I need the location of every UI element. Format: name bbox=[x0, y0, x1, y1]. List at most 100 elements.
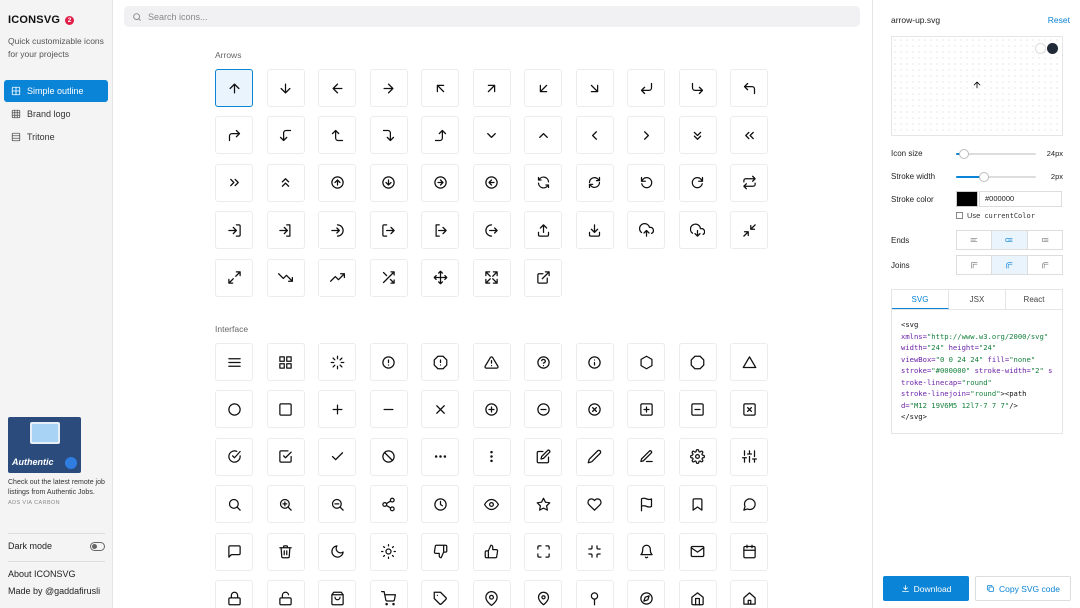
icon-tile-corner-up-left[interactable] bbox=[318, 116, 356, 155]
icon-tile-check-square[interactable] bbox=[266, 437, 305, 476]
icon-tile-share[interactable] bbox=[369, 485, 408, 524]
icon-tile-pin-alt[interactable] bbox=[575, 579, 614, 608]
icon-tile-external-link[interactable] bbox=[524, 258, 562, 297]
icon-tile-enter[interactable] bbox=[318, 211, 356, 250]
icon-tile-edit-underline[interactable] bbox=[627, 437, 665, 476]
icon-tile-pencil[interactable] bbox=[575, 437, 614, 476]
icon-tile-grid[interactable] bbox=[266, 343, 305, 381]
icon-tile-chevrons-left[interactable] bbox=[730, 116, 768, 155]
icon-tile-minus[interactable] bbox=[369, 390, 408, 429]
search-bar[interactable]: Search icons... bbox=[124, 6, 860, 27]
icon-tile-expand[interactable] bbox=[472, 258, 511, 297]
brand[interactable]: ICONSVG 2 bbox=[8, 14, 75, 26]
icon-tile-chevron-up[interactable] bbox=[524, 116, 562, 155]
ad-via[interactable]: ADS VIA CARBON bbox=[8, 500, 108, 506]
icon-tile-loader[interactable] bbox=[318, 343, 356, 381]
icon-tile-x-square[interactable] bbox=[730, 390, 768, 429]
icon-tile-chevrons-right[interactable] bbox=[215, 163, 253, 202]
icon-tile-trending-down[interactable] bbox=[266, 258, 305, 297]
tab-jsx[interactable]: JSX bbox=[949, 290, 1006, 309]
use-current-color-checkbox-row[interactable]: Use currentColor bbox=[956, 211, 1035, 220]
icon-tile-eye[interactable] bbox=[472, 485, 511, 524]
icon-tile-help-circle[interactable] bbox=[524, 343, 562, 381]
icon-tile-arrow-up[interactable] bbox=[215, 69, 253, 107]
nav-item-brand-logo[interactable]: Brand logo bbox=[4, 103, 108, 125]
carbon-ad[interactable]: Authentic Check out the latest remote jo… bbox=[8, 417, 108, 506]
made-by-link[interactable]: Made by @gaddafirusli bbox=[8, 586, 100, 596]
icon-tile-chevron-down[interactable] bbox=[472, 116, 511, 155]
icon-tile-chevron-left[interactable] bbox=[575, 116, 614, 155]
tab-react[interactable]: React bbox=[1006, 290, 1062, 309]
icon-tile-home-alt[interactable] bbox=[730, 579, 768, 608]
icon-tile-exit-fullscreen[interactable] bbox=[575, 532, 614, 571]
download-button[interactable]: Download bbox=[883, 576, 969, 601]
copy-svg-button[interactable]: Copy SVG code bbox=[975, 576, 1071, 601]
dark-mode-toggle[interactable] bbox=[90, 541, 105, 551]
icon-tile-trash[interactable] bbox=[266, 532, 305, 571]
icon-tile-sliders[interactable] bbox=[730, 437, 768, 476]
icon-tile-bell[interactable] bbox=[627, 532, 665, 571]
nav-item-tritone[interactable]: Tritone bbox=[4, 126, 108, 148]
icon-tile-more-horizontal[interactable] bbox=[421, 437, 459, 476]
icon-tile-refresh-alt[interactable] bbox=[575, 163, 614, 202]
icon-tile-fullscreen[interactable] bbox=[524, 532, 562, 571]
stroke-width-thumb[interactable] bbox=[979, 172, 989, 182]
ad-copy[interactable]: Check out the latest remote job listings… bbox=[8, 478, 108, 498]
svg-code[interactable]: <svg xmlns="http://www.w3.org/2000/svg" … bbox=[892, 310, 1062, 423]
icon-tile-cloud-upload[interactable] bbox=[627, 211, 665, 250]
icon-tile-clock[interactable] bbox=[421, 485, 459, 524]
icon-tile-alert-octagon[interactable] bbox=[421, 343, 459, 381]
stroke-color-swatch[interactable] bbox=[956, 191, 978, 207]
icon-tile-slash[interactable] bbox=[369, 437, 408, 476]
end-butt-option[interactable] bbox=[957, 231, 993, 249]
icon-tile-minus-circle[interactable] bbox=[524, 390, 562, 429]
icon-tile-arrow-left[interactable] bbox=[318, 69, 356, 107]
icon-tile-corner-right-down[interactable] bbox=[369, 116, 408, 155]
icon-tile-moon[interactable] bbox=[318, 532, 356, 571]
icon-tile-minimize[interactable] bbox=[730, 211, 768, 250]
icon-tile-compass[interactable] bbox=[627, 579, 665, 608]
icon-tile-corner-up-right[interactable] bbox=[421, 116, 459, 155]
icon-tile-thumbs-up[interactable] bbox=[472, 532, 511, 571]
icon-tile-star[interactable] bbox=[524, 485, 562, 524]
icon-tile-octagon[interactable] bbox=[678, 343, 717, 381]
icon-tile-cloud-download[interactable] bbox=[678, 211, 717, 250]
icon-tile-bookmark[interactable] bbox=[678, 485, 717, 524]
icon-tile-arrow-right[interactable] bbox=[369, 69, 408, 107]
icon-tile-heart[interactable] bbox=[575, 485, 614, 524]
icon-tile-arrow-down-right[interactable] bbox=[575, 69, 614, 107]
stroke-width-slider[interactable] bbox=[956, 172, 1036, 182]
icon-size-slider[interactable] bbox=[956, 149, 1036, 159]
icon-tile-sign-out[interactable] bbox=[421, 211, 459, 250]
icon-tile-flag[interactable] bbox=[627, 485, 665, 524]
icon-tile-return-down-right[interactable] bbox=[678, 69, 717, 107]
icon-tile-map-pin[interactable] bbox=[472, 579, 511, 608]
icon-tile-pin[interactable] bbox=[524, 579, 562, 608]
bg-dark-toggle[interactable] bbox=[1047, 43, 1058, 54]
icon-tile-arrow-down-left[interactable] bbox=[524, 69, 562, 107]
icon-tile-circle[interactable] bbox=[215, 390, 253, 429]
icon-tile-chevron-right[interactable] bbox=[627, 116, 665, 155]
icon-tile-plus[interactable] bbox=[318, 390, 356, 429]
icon-tile-sign-in[interactable] bbox=[266, 211, 305, 250]
icon-tile-circle-arrow-left[interactable] bbox=[472, 163, 511, 202]
use-current-color-checkbox[interactable] bbox=[956, 212, 963, 219]
icon-tile-rotate-ccw[interactable] bbox=[627, 163, 665, 202]
icon-tile-alert-triangle[interactable] bbox=[472, 343, 511, 381]
end-square-option[interactable] bbox=[1028, 231, 1062, 249]
icon-tile-calendar[interactable] bbox=[730, 532, 768, 571]
icon-tile-upload[interactable] bbox=[524, 211, 562, 250]
icon-tile-unlock[interactable] bbox=[266, 579, 305, 608]
end-round-option[interactable] bbox=[992, 231, 1028, 249]
icon-tile-more-vertical[interactable] bbox=[472, 437, 511, 476]
icon-tile-plus-circle[interactable] bbox=[472, 390, 511, 429]
icon-tile-repeat[interactable] bbox=[730, 163, 768, 202]
icon-tile-mail[interactable] bbox=[678, 532, 717, 571]
icon-tile-edit[interactable] bbox=[524, 437, 562, 476]
icon-tile-arrow-up-left[interactable] bbox=[421, 69, 459, 107]
icon-tile-shuffle[interactable] bbox=[369, 258, 408, 297]
icon-tile-zoom-out[interactable] bbox=[318, 485, 356, 524]
icon-tile-x[interactable] bbox=[421, 390, 459, 429]
icon-tile-circle-arrow-down[interactable] bbox=[369, 163, 408, 202]
icon-tile-refresh[interactable] bbox=[524, 163, 562, 202]
